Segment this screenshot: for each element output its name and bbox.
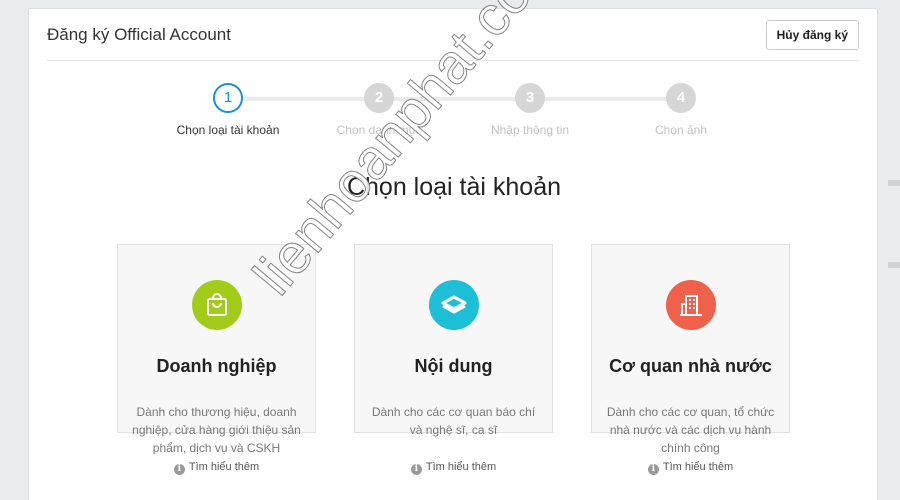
scrollbar-tick — [888, 262, 900, 268]
learn-more-label: Tìm hiểu thêm — [662, 461, 734, 473]
info-icon: i — [173, 464, 185, 475]
step-4[interactable]: 4 Chọn ảnh — [611, 81, 751, 137]
learn-more-link-government[interactable]: i Tìm hiểu thêm — [591, 461, 790, 475]
step-label: Chọn danh mục — [336, 123, 422, 137]
step-label: Chọn ảnh — [654, 123, 708, 137]
step-label: Nhập thông tin — [490, 123, 570, 137]
card-title: Cơ quan nhà nước — [609, 356, 772, 376]
registration-panel: Đăng ký Official Account Hủy đăng ký 1 C… — [28, 8, 878, 500]
shopping-bag-icon — [191, 280, 242, 330]
step-number-circle: 1 — [213, 83, 243, 113]
section-title: Chọn loại tài khoản — [346, 173, 562, 201]
step-2[interactable]: 2 Chọn danh mục — [309, 81, 449, 137]
info-icon: i — [647, 464, 659, 475]
step-number-circle: 4 — [666, 83, 696, 113]
building-icon — [665, 280, 716, 330]
card-description: Dành cho các cơ quan báo chí và nghệ sĩ,… — [371, 405, 536, 437]
step-number-circle: 2 — [364, 83, 394, 113]
learn-more-link-business[interactable]: i Tìm hiểu thêm — [117, 461, 316, 475]
header: Đăng ký Official Account Hủy đăng ký — [47, 9, 859, 61]
card-title: Doanh nghiệp — [156, 356, 277, 376]
scrollbar-tick — [888, 180, 900, 186]
content-icon — [428, 280, 479, 330]
learn-more-link-content[interactable]: i Tìm hiểu thêm — [354, 461, 553, 475]
account-type-card-government[interactable]: Cơ quan nhà nước Dành cho các cơ quan, t… — [591, 244, 790, 455]
stepper: 1 Chọn loại tài khoản 2 Chọn danh mục 3 … — [29, 81, 879, 151]
step-number-circle: 3 — [515, 83, 545, 113]
info-icon: i — [410, 464, 422, 475]
page-header-title: Đăng ký Official Account — [47, 25, 231, 44]
learn-more-label: Tìm hiểu thêm — [425, 461, 497, 473]
account-type-card-business[interactable]: Doanh nghiệp Dành cho thương hiệu, doanh… — [117, 244, 316, 455]
learn-more-label: Tìm hiểu thêm — [188, 461, 260, 473]
step-label: Chọn loại tài khoản — [176, 123, 280, 137]
step-1[interactable]: 1 Chọn loại tài khoản — [158, 81, 298, 137]
account-type-card-content[interactable]: Nội dung Dành cho các cơ quan báo chí và… — [354, 244, 553, 437]
step-3[interactable]: 3 Nhập thông tin — [460, 81, 600, 137]
card-title: Nội dung — [414, 356, 493, 376]
card-description: Dành cho thương hiệu, doanh nghiệp, cửa … — [132, 405, 301, 455]
card-description: Dành cho các cơ quan, tổ chức nhà nước v… — [606, 405, 775, 455]
cancel-registration-button[interactable]: Hủy đăng ký — [765, 20, 859, 50]
